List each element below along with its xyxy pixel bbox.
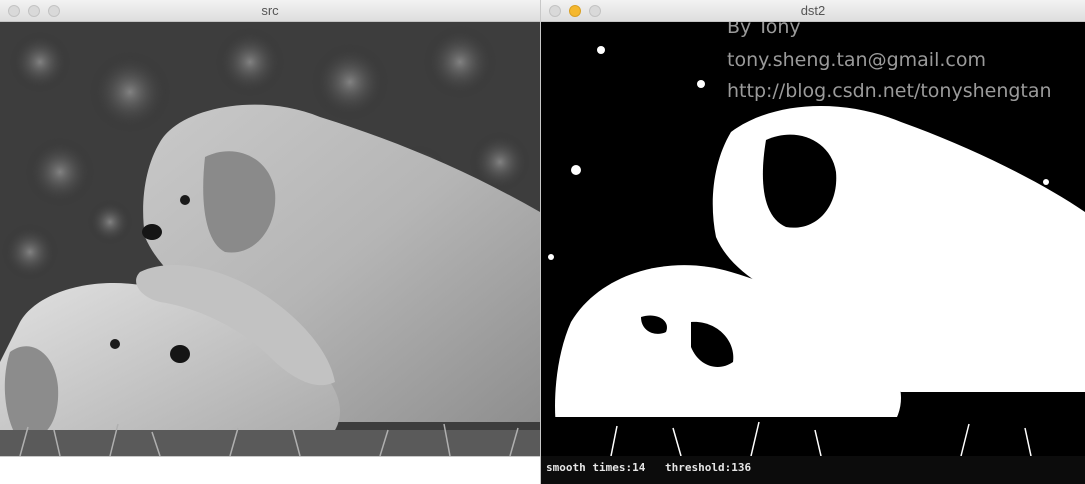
dst2-image: By Tony tony.sheng.tan@gmail.com http://… xyxy=(541,22,1085,456)
threshold-label: threshold:136 xyxy=(665,461,752,474)
grayscale-puppies-image xyxy=(0,22,540,456)
email-overlay: tony.sheng.tan@gmail.com xyxy=(727,49,986,71)
trackbar-status: smooth times:14 threshold:136 xyxy=(541,456,1085,484)
url-overlay: http://blog.csdn.net/tonyshengtan xyxy=(727,80,1052,102)
window-title: dst2 xyxy=(800,3,826,18)
src-image xyxy=(0,22,540,456)
window-title: src xyxy=(261,3,279,18)
dst2-titlebar[interactable]: dst2 xyxy=(541,0,1085,22)
smooth-times-label: smooth times:14 xyxy=(546,461,646,474)
author-overlay: By Tony xyxy=(727,22,801,38)
dst2-window: dst2 By Tony tony.sheng.tan@gmail.com ht… xyxy=(541,0,1085,484)
src-window: src xyxy=(0,0,540,456)
src-titlebar[interactable]: src xyxy=(0,0,540,22)
